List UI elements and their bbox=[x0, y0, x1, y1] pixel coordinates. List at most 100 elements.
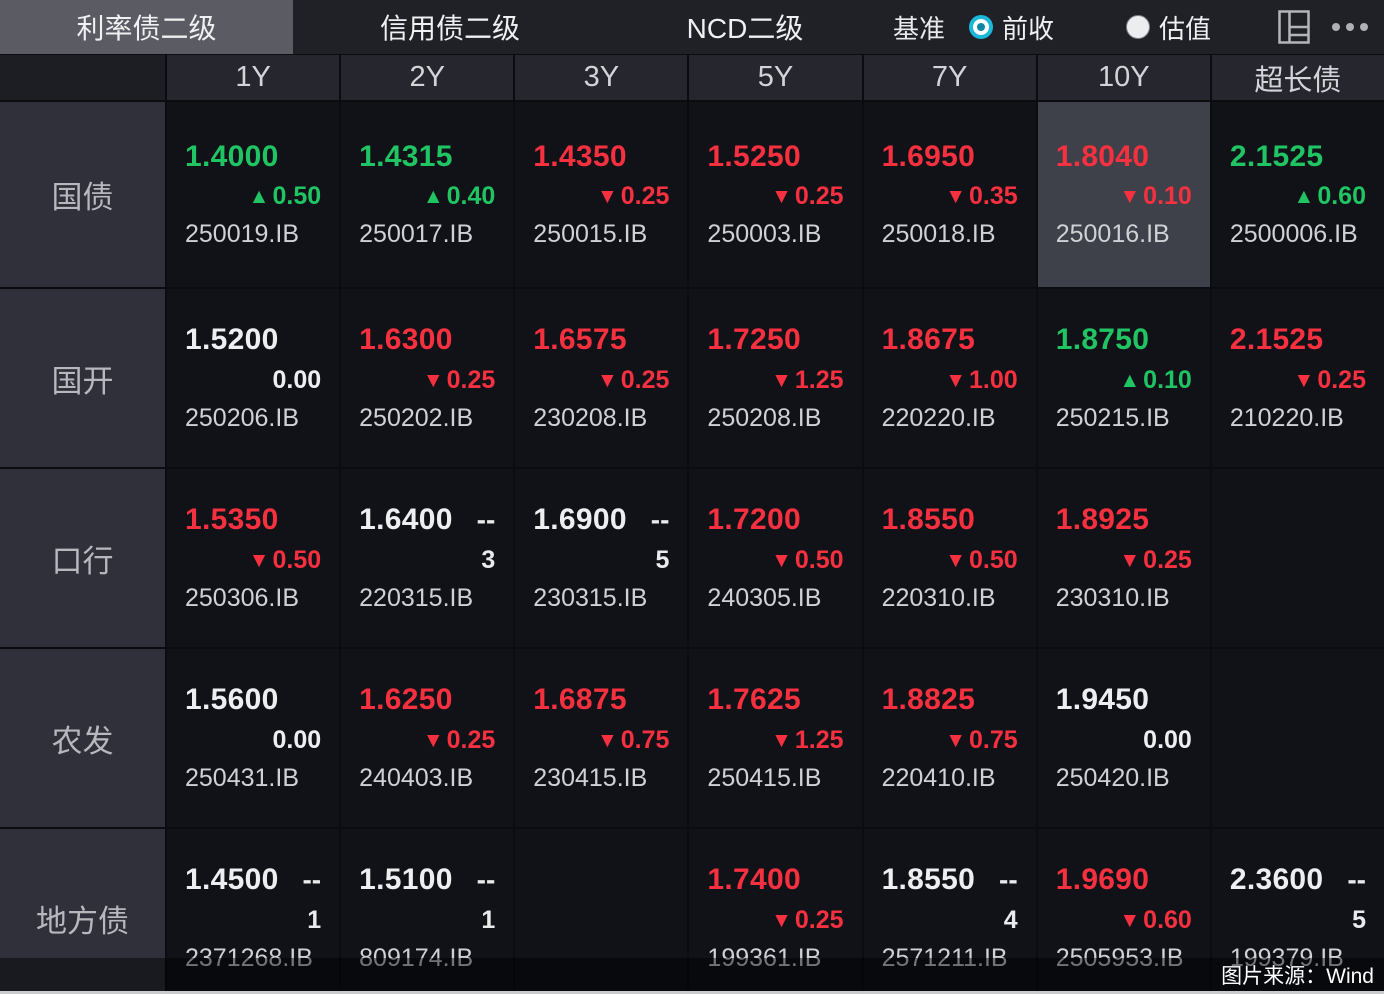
empty-cell bbox=[1212, 469, 1384, 647]
yield-value: 1.5350 bbox=[185, 503, 279, 537]
change-number: 0.25 bbox=[621, 182, 670, 211]
quote-code-line: 220220.IB bbox=[882, 400, 1018, 436]
tab-ncd-secondary[interactable]: NCD二级 bbox=[607, 0, 883, 54]
column-header-5y: 5Y bbox=[689, 55, 861, 100]
bond-code: 250415.IB bbox=[707, 764, 821, 793]
yield-value: 1.4500 bbox=[185, 863, 279, 897]
change-value: 0.25 bbox=[1119, 546, 1191, 575]
bond-quote-cell[interactable]: 1.88250.75220410.IB bbox=[864, 649, 1036, 827]
down-arrow-icon bbox=[945, 186, 966, 207]
bond-quote-cell[interactable]: 1.62500.25240403.IB bbox=[341, 649, 513, 827]
bond-quote-cell[interactable]: 1.65750.25230208.IB bbox=[515, 289, 687, 467]
bond-quote-cell[interactable]: 1.40000.50250019.IB bbox=[167, 102, 339, 287]
quote-code-line: 220410.IB bbox=[882, 760, 1018, 796]
quote-value-line: 1.7400 bbox=[707, 860, 843, 900]
radio-valuation[interactable]: 估值 bbox=[1126, 9, 1211, 46]
bond-quote-cell[interactable]: 1.94500.00250420.IB bbox=[1038, 649, 1210, 827]
bond-quote-cell[interactable]: 1.86751.00220220.IB bbox=[864, 289, 1036, 467]
quote-code-line: 250306.IB bbox=[185, 580, 321, 616]
quote-change-line: 0.50 bbox=[882, 540, 1018, 580]
row-label-text: 农发 bbox=[52, 716, 114, 761]
bond-quote-cell[interactable]: 1.72501.25250208.IB bbox=[689, 289, 861, 467]
bond-quote-cell[interactable]: 1.89250.25230310.IB bbox=[1038, 469, 1210, 647]
bond-code: 220310.IB bbox=[882, 584, 996, 613]
tab-rates-secondary[interactable]: 利率债二级 bbox=[0, 0, 293, 54]
bond-quote-cell[interactable]: 1.72000.50240305.IB bbox=[689, 469, 861, 647]
bond-quote-cell[interactable]: 1.69500.35250018.IB bbox=[864, 102, 1036, 287]
radio-prev-close-label: 前收 bbox=[1002, 9, 1054, 46]
bond-quote-cell[interactable]: 1.6900--5230315.IB bbox=[515, 469, 687, 647]
bond-quote-cell[interactable]: 1.4350 0.25 250015.IB bbox=[515, 102, 687, 287]
column-header-10y: 10Y bbox=[1038, 55, 1210, 100]
column-header-7y: 7Y bbox=[864, 55, 1036, 100]
bond-code: 250206.IB bbox=[185, 404, 299, 433]
change-number: 0.00 bbox=[272, 726, 321, 755]
row-label-text: 地方债 bbox=[36, 896, 129, 941]
yield-value: 1.8040 bbox=[1056, 140, 1150, 174]
quote-change-line: 1.00 bbox=[882, 360, 1018, 400]
bond-quote-cell[interactable]: 1.52000.00250206.IB bbox=[167, 289, 339, 467]
quote-code-line: 250420.IB bbox=[1056, 760, 1192, 796]
bond-quote-cell[interactable]: 2.15250.602500006.IB bbox=[1212, 102, 1384, 287]
no-change-dash: -- bbox=[477, 504, 496, 536]
quote-code-line: 250415.IB bbox=[707, 760, 843, 796]
quote-value-line: 1.7250 bbox=[707, 320, 843, 360]
yield-value: 1.4000 bbox=[185, 140, 279, 174]
up-arrow-icon bbox=[1119, 370, 1140, 391]
no-change-dash: -- bbox=[999, 864, 1018, 896]
bond-quote-cell[interactable]: 2.15250.25210220.IB bbox=[1212, 289, 1384, 467]
change-value: 0.00 bbox=[1143, 726, 1192, 755]
quote-value-line: 1.4000 bbox=[185, 137, 321, 177]
bond-quote-cell[interactable]: 1.68750.75230415.IB bbox=[515, 649, 687, 827]
radio-unselected-icon[interactable] bbox=[1126, 15, 1150, 39]
up-arrow-icon bbox=[249, 186, 270, 207]
yield-value: 1.5200 bbox=[185, 323, 279, 357]
change-number: 0.10 bbox=[1143, 182, 1192, 211]
quote-change-line: 0.75 bbox=[533, 720, 669, 760]
quote-change-line: 5 bbox=[1230, 900, 1366, 940]
bond-code: 250215.IB bbox=[1056, 404, 1170, 433]
bond-quote-cell[interactable]: 1.43150.40250017.IB bbox=[341, 102, 513, 287]
change-value: 0.25 bbox=[771, 182, 843, 211]
bond-quote-cell[interactable]: 1.52500.25250003.IB bbox=[689, 102, 861, 287]
more-ellipsis-icon[interactable] bbox=[1332, 23, 1368, 31]
quote-count: 5 bbox=[656, 546, 670, 575]
bond-quote-cell[interactable]: 1.87500.10250215.IB bbox=[1038, 289, 1210, 467]
change-value: 0.25 bbox=[423, 366, 495, 395]
layout-columns-icon[interactable] bbox=[1278, 10, 1310, 44]
bond-quote-cell[interactable]: 1.56000.00250431.IB bbox=[167, 649, 339, 827]
quote-value-line: 1.4350 bbox=[533, 137, 669, 177]
change-number: 1.25 bbox=[795, 726, 844, 755]
bond-quote-cell[interactable]: 1.53500.50250306.IB bbox=[167, 469, 339, 647]
no-change-dash: -- bbox=[477, 864, 496, 896]
bond-quote-cell[interactable]: 1.85500.50220310.IB bbox=[864, 469, 1036, 647]
quote-code-line: 230208.IB bbox=[533, 400, 669, 436]
radio-prev-close[interactable]: 前收 bbox=[969, 9, 1054, 46]
quote-change-line: 4 bbox=[882, 900, 1018, 940]
quote-code-line: 250016.IB bbox=[1056, 217, 1192, 253]
quote-change-line: 0.10 bbox=[1056, 360, 1192, 400]
yield-value: 1.4315 bbox=[359, 140, 453, 174]
column-header-3y: 3Y bbox=[515, 55, 687, 100]
column-header-1y: 1Y bbox=[167, 55, 339, 100]
bond-quote-cell[interactable]: 1.63000.25250202.IB bbox=[341, 289, 513, 467]
radio-selected-icon[interactable] bbox=[969, 15, 993, 39]
bond-quote-cell[interactable]: 1.8040 0.10 250016.IB bbox=[1038, 102, 1210, 287]
change-value: 0.35 bbox=[945, 182, 1017, 211]
bond-quote-cell[interactable]: 1.6400--3220315.IB bbox=[341, 469, 513, 647]
change-number: 0.75 bbox=[969, 726, 1018, 755]
bond-quote-cell[interactable]: 1.76251.25250415.IB bbox=[689, 649, 861, 827]
quote-code-line: 240403.IB bbox=[359, 760, 495, 796]
bond-code: 250306.IB bbox=[185, 584, 299, 613]
yield-value: 2.1525 bbox=[1230, 323, 1324, 357]
quote-change-line: 0.00 bbox=[185, 720, 321, 760]
bond-code: 250202.IB bbox=[359, 404, 473, 433]
quote-value-line: 1.5350 bbox=[185, 500, 321, 540]
tab-credit-secondary[interactable]: 信用债二级 bbox=[293, 0, 607, 54]
change-number: 0.60 bbox=[1317, 182, 1366, 211]
change-number: 1.00 bbox=[969, 366, 1018, 395]
quote-value-line: 1.4315 bbox=[359, 137, 495, 177]
down-arrow-icon bbox=[771, 186, 792, 207]
column-header-2y: 2Y bbox=[341, 55, 513, 100]
quote-code-line: 250015.IB bbox=[533, 217, 669, 253]
